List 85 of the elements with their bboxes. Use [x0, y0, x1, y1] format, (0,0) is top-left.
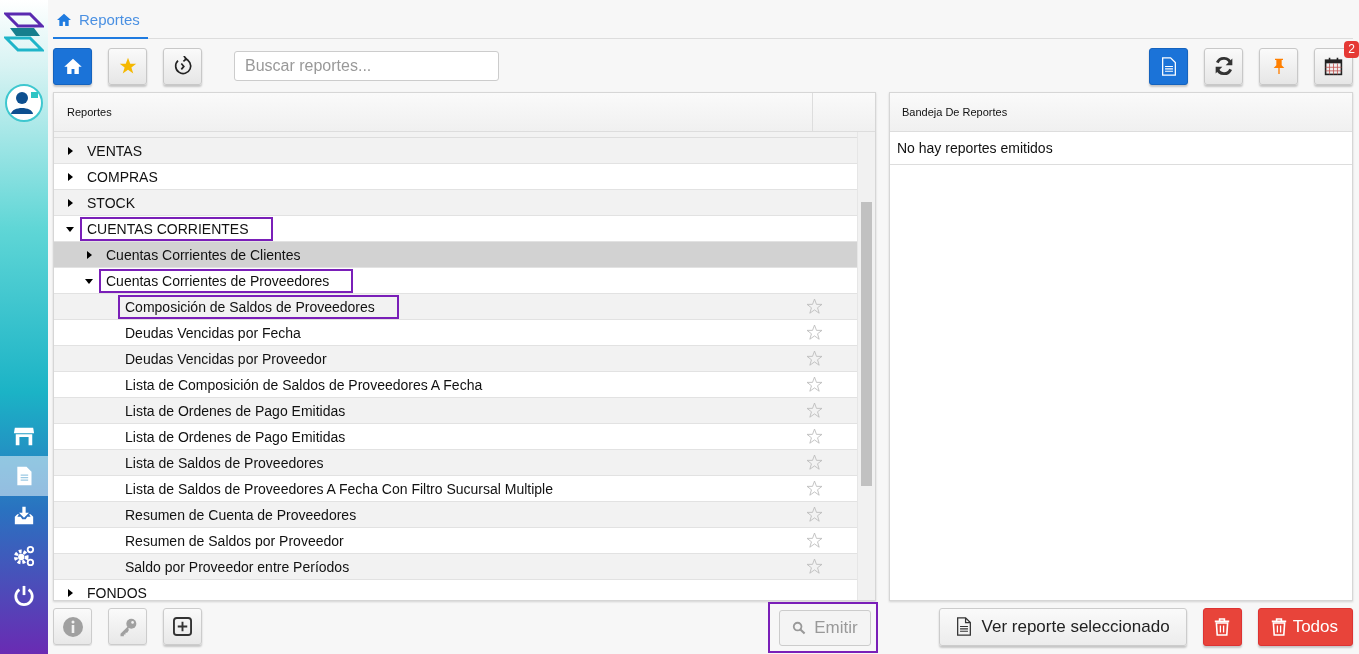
- tree-row[interactable]: Lista de Composición de Saldos de Proveedores A Fecha: [54, 372, 857, 398]
- caret-icon[interactable]: [66, 588, 74, 597]
- tree-item-label: Deudas Vencidas por Fecha: [124, 323, 302, 343]
- tree-item-label: Composición de Saldos de Proveedores: [118, 294, 399, 319]
- star-icon[interactable]: [806, 376, 823, 393]
- tree-item-label: COMPRAS: [86, 167, 159, 187]
- star-button[interactable]: [108, 47, 147, 85]
- pin-button[interactable]: [1259, 47, 1298, 85]
- tree-row[interactable]: Cuentas Corrientes de Proveedores: [54, 268, 857, 294]
- star-icon[interactable]: [806, 350, 823, 367]
- history-button[interactable]: [163, 47, 202, 85]
- refresh-button[interactable]: [1204, 47, 1243, 85]
- tree-row[interactable]: FONDOS: [54, 580, 857, 600]
- tree-row[interactable]: Composición de Saldos de Proveedores: [54, 294, 857, 320]
- avatar-icon[interactable]: [5, 84, 43, 122]
- calendar-icon: [1324, 56, 1343, 76]
- tree-row[interactable]: Lista de Saldos de Proveedores A Fecha Con Filtro Sucursal Multiple: [54, 476, 857, 502]
- caret-icon[interactable]: [85, 250, 93, 259]
- column-header: Bandeja De Reportes: [901, 106, 1009, 118]
- document-icon: [1160, 56, 1177, 76]
- search-icon: [792, 621, 807, 635]
- tree-item-label: Lista de Saldos de Proveedores A Fecha Con Filtro Sucursal Multiple: [124, 479, 554, 499]
- tree-row[interactable]: VENTAS: [54, 138, 857, 164]
- history-icon: [172, 56, 193, 76]
- tree-item-label: STOCK: [86, 193, 136, 213]
- column-header: Reportes: [66, 106, 113, 118]
- info-icon: [62, 616, 83, 637]
- tree-item-label: Cuentas Corrientes de Clientes: [105, 245, 302, 265]
- refresh-icon: [1213, 56, 1234, 76]
- tree-item-label: Lista de Ordenes de Pago Emitidas: [124, 401, 347, 421]
- tree-row[interactable]: Lista de Ordenes de Pago Emitidas: [54, 398, 857, 424]
- search-field[interactable]: Buscar reportes...: [234, 51, 499, 81]
- empty-message: No hay reportes emitidos: [890, 132, 1352, 165]
- home-icon: [63, 58, 82, 74]
- star-icon[interactable]: [806, 532, 823, 549]
- tree-row[interactable]: STOCK: [54, 190, 857, 216]
- tree-item-label: Resumen de Saldos por Proveedor: [124, 531, 345, 551]
- tree-row[interactable]: Resumen de Saldos por Proveedor: [54, 528, 857, 554]
- tree-row[interactable]: Resumen de Cuenta de Proveedores: [54, 502, 857, 528]
- add-button[interactable]: [163, 608, 202, 645]
- tree-item-label: FONDOS: [86, 583, 148, 600]
- caret-icon[interactable]: [66, 224, 74, 233]
- tree-item-label: Lista de Ordenes de Pago Emitidas: [124, 427, 347, 447]
- notification-badge: 2: [1344, 40, 1359, 58]
- tree-row[interactable]: Lista de Saldos de Proveedores: [54, 450, 857, 476]
- star-icon[interactable]: [806, 454, 823, 471]
- scrollbar[interactable]: [857, 132, 875, 600]
- delete-all-button[interactable]: Todos: [1257, 607, 1353, 646]
- tree-row[interactable]: Deudas Vencidas por Proveedor: [54, 346, 857, 372]
- tree-row[interactable]: COMPRAS: [54, 164, 857, 190]
- document-icon: [955, 617, 972, 636]
- star-icon[interactable]: [806, 428, 823, 445]
- caret-icon[interactable]: [66, 172, 74, 181]
- tree-item-label: VENTAS: [86, 141, 143, 161]
- star-icon[interactable]: [806, 298, 823, 315]
- logo-icon: [4, 12, 44, 52]
- caret-icon[interactable]: [66, 198, 74, 207]
- tree-row[interactable]: Lista de Ordenes de Pago Emitidas: [54, 424, 857, 450]
- view-report-button[interactable]: Ver reporte seleccionado: [938, 607, 1187, 646]
- tree-row[interactable]: CUENTAS CORRIENTES: [54, 216, 857, 242]
- star-icon: [118, 57, 137, 75]
- tree-item-label: Resumen de Cuenta de Proveedores: [124, 505, 358, 525]
- tree-row[interactable]: Saldo por Proveedor entre Períodos: [54, 554, 857, 580]
- tree-item-label: Lista de Saldos de Proveedores: [124, 453, 325, 473]
- document-button[interactable]: [1149, 47, 1188, 85]
- trash-icon: [1214, 617, 1231, 636]
- star-icon[interactable]: [806, 324, 823, 341]
- tree-item-label: CUENTAS CORRIENTES: [80, 216, 273, 241]
- star-icon[interactable]: [806, 558, 823, 575]
- tree-item-label: Deudas Vencidas por Proveedor: [124, 349, 328, 369]
- home-icon: [57, 13, 71, 26]
- delete-button[interactable]: [1202, 607, 1242, 646]
- tree-row[interactable]: Deudas Vencidas por Fecha: [54, 320, 857, 346]
- tree-item-label: Lista de Composición de Saldos de Proveedores A Fecha: [124, 375, 484, 395]
- tree-item-label: Saldo por Proveedor entre Períodos: [124, 557, 351, 577]
- star-icon[interactable]: [806, 402, 823, 419]
- tree-item-label: Cuentas Corrientes de Proveedores: [99, 268, 354, 293]
- tree-row[interactable]: Cuentas Corrientes de Clientes: [54, 242, 857, 268]
- trash-icon: [1270, 617, 1287, 636]
- star-icon[interactable]: [806, 506, 823, 523]
- caret-icon[interactable]: [85, 276, 93, 285]
- plus-square-icon: [173, 617, 192, 636]
- home-button[interactable]: [53, 47, 92, 85]
- star-icon[interactable]: [806, 480, 823, 497]
- caret-icon[interactable]: [66, 146, 74, 155]
